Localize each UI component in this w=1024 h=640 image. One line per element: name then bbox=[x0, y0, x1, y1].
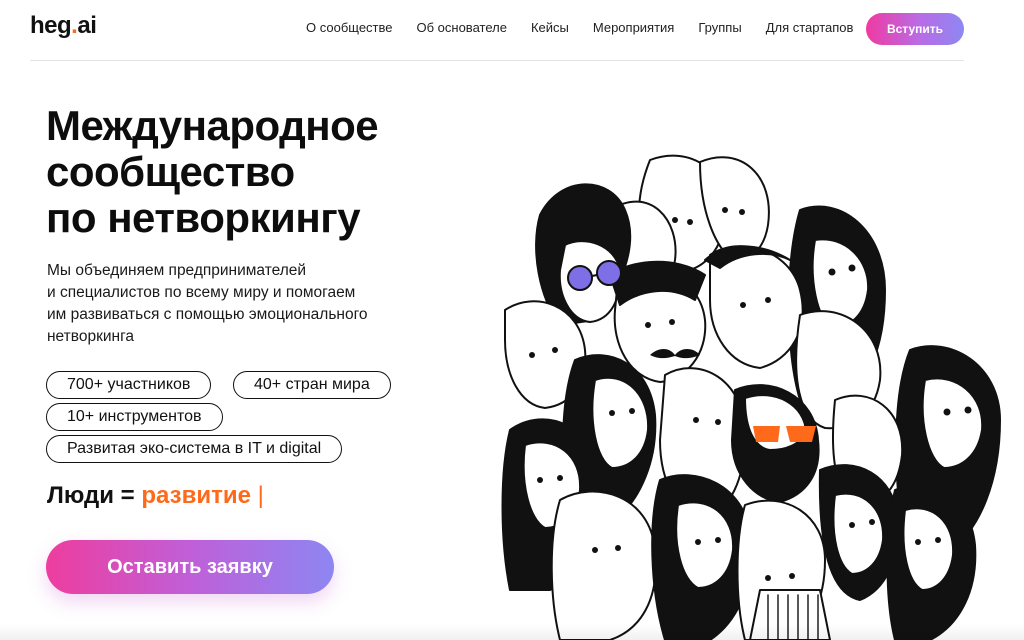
logo-text-heg: heg bbox=[30, 12, 72, 39]
stat-pill-members: 700+ участников bbox=[46, 371, 212, 399]
nav-link-cases[interactable]: Кейсы bbox=[531, 20, 569, 35]
page: heg.ai О сообществе Об основателе Кейсы … bbox=[0, 0, 1024, 640]
tagline-prefix: Люди = bbox=[47, 482, 142, 509]
hero-desc-line-4: нетворкинга bbox=[47, 328, 134, 345]
person-face bbox=[550, 490, 657, 640]
tagline: Люди = развитие | bbox=[47, 482, 264, 510]
hero-title: Международное сообщество по нетворкингу bbox=[46, 102, 379, 241]
logo-text-ai: ai bbox=[77, 12, 97, 39]
stat-pill-countries: 40+ стран мира bbox=[233, 371, 391, 399]
stat-pill-tools: 10+ инструментов bbox=[46, 403, 223, 431]
tagline-accent: развитие bbox=[141, 482, 251, 509]
crowd-illustration-svg bbox=[501, 154, 1001, 640]
typing-cursor: | bbox=[257, 482, 264, 509]
join-button[interactable]: Вступить bbox=[866, 13, 964, 45]
hero-title-line-1: Международное bbox=[46, 102, 379, 149]
logo[interactable]: heg.ai bbox=[30, 12, 97, 40]
site-header: heg.ai О сообществе Об основателе Кейсы … bbox=[30, 0, 964, 61]
hero-desc-line-1: Мы объединяем предпринимателей bbox=[47, 262, 307, 279]
hero-desc-line-2: и специалистов по всему миру и помогаем bbox=[47, 284, 356, 301]
stat-pill-ecosystem: Развитая эко-система в IT и digital bbox=[46, 435, 343, 463]
apply-button[interactable]: Оставить заявку bbox=[46, 540, 334, 594]
hero-description: Мы объединяем предпринимателей и специал… bbox=[47, 260, 368, 348]
nav-link-groups[interactable]: Группы bbox=[698, 20, 741, 35]
hero-title-line-3: по нетворкингу bbox=[46, 194, 361, 241]
hero-desc-line-3: им развиваться с помощью эмоционального bbox=[47, 306, 368, 323]
main-nav: О сообществе Об основателе Кейсы Меропри… bbox=[306, 20, 853, 35]
nav-link-founder[interactable]: Об основателе bbox=[417, 20, 507, 35]
nav-link-startups[interactable]: Для стартапов bbox=[766, 20, 854, 35]
nav-link-about[interactable]: О сообществе bbox=[306, 20, 393, 35]
nav-link-events[interactable]: Мероприятия bbox=[593, 20, 675, 35]
hero-title-line-2: сообщество bbox=[46, 148, 295, 195]
crowd-of-people-illustration bbox=[500, 150, 1024, 640]
